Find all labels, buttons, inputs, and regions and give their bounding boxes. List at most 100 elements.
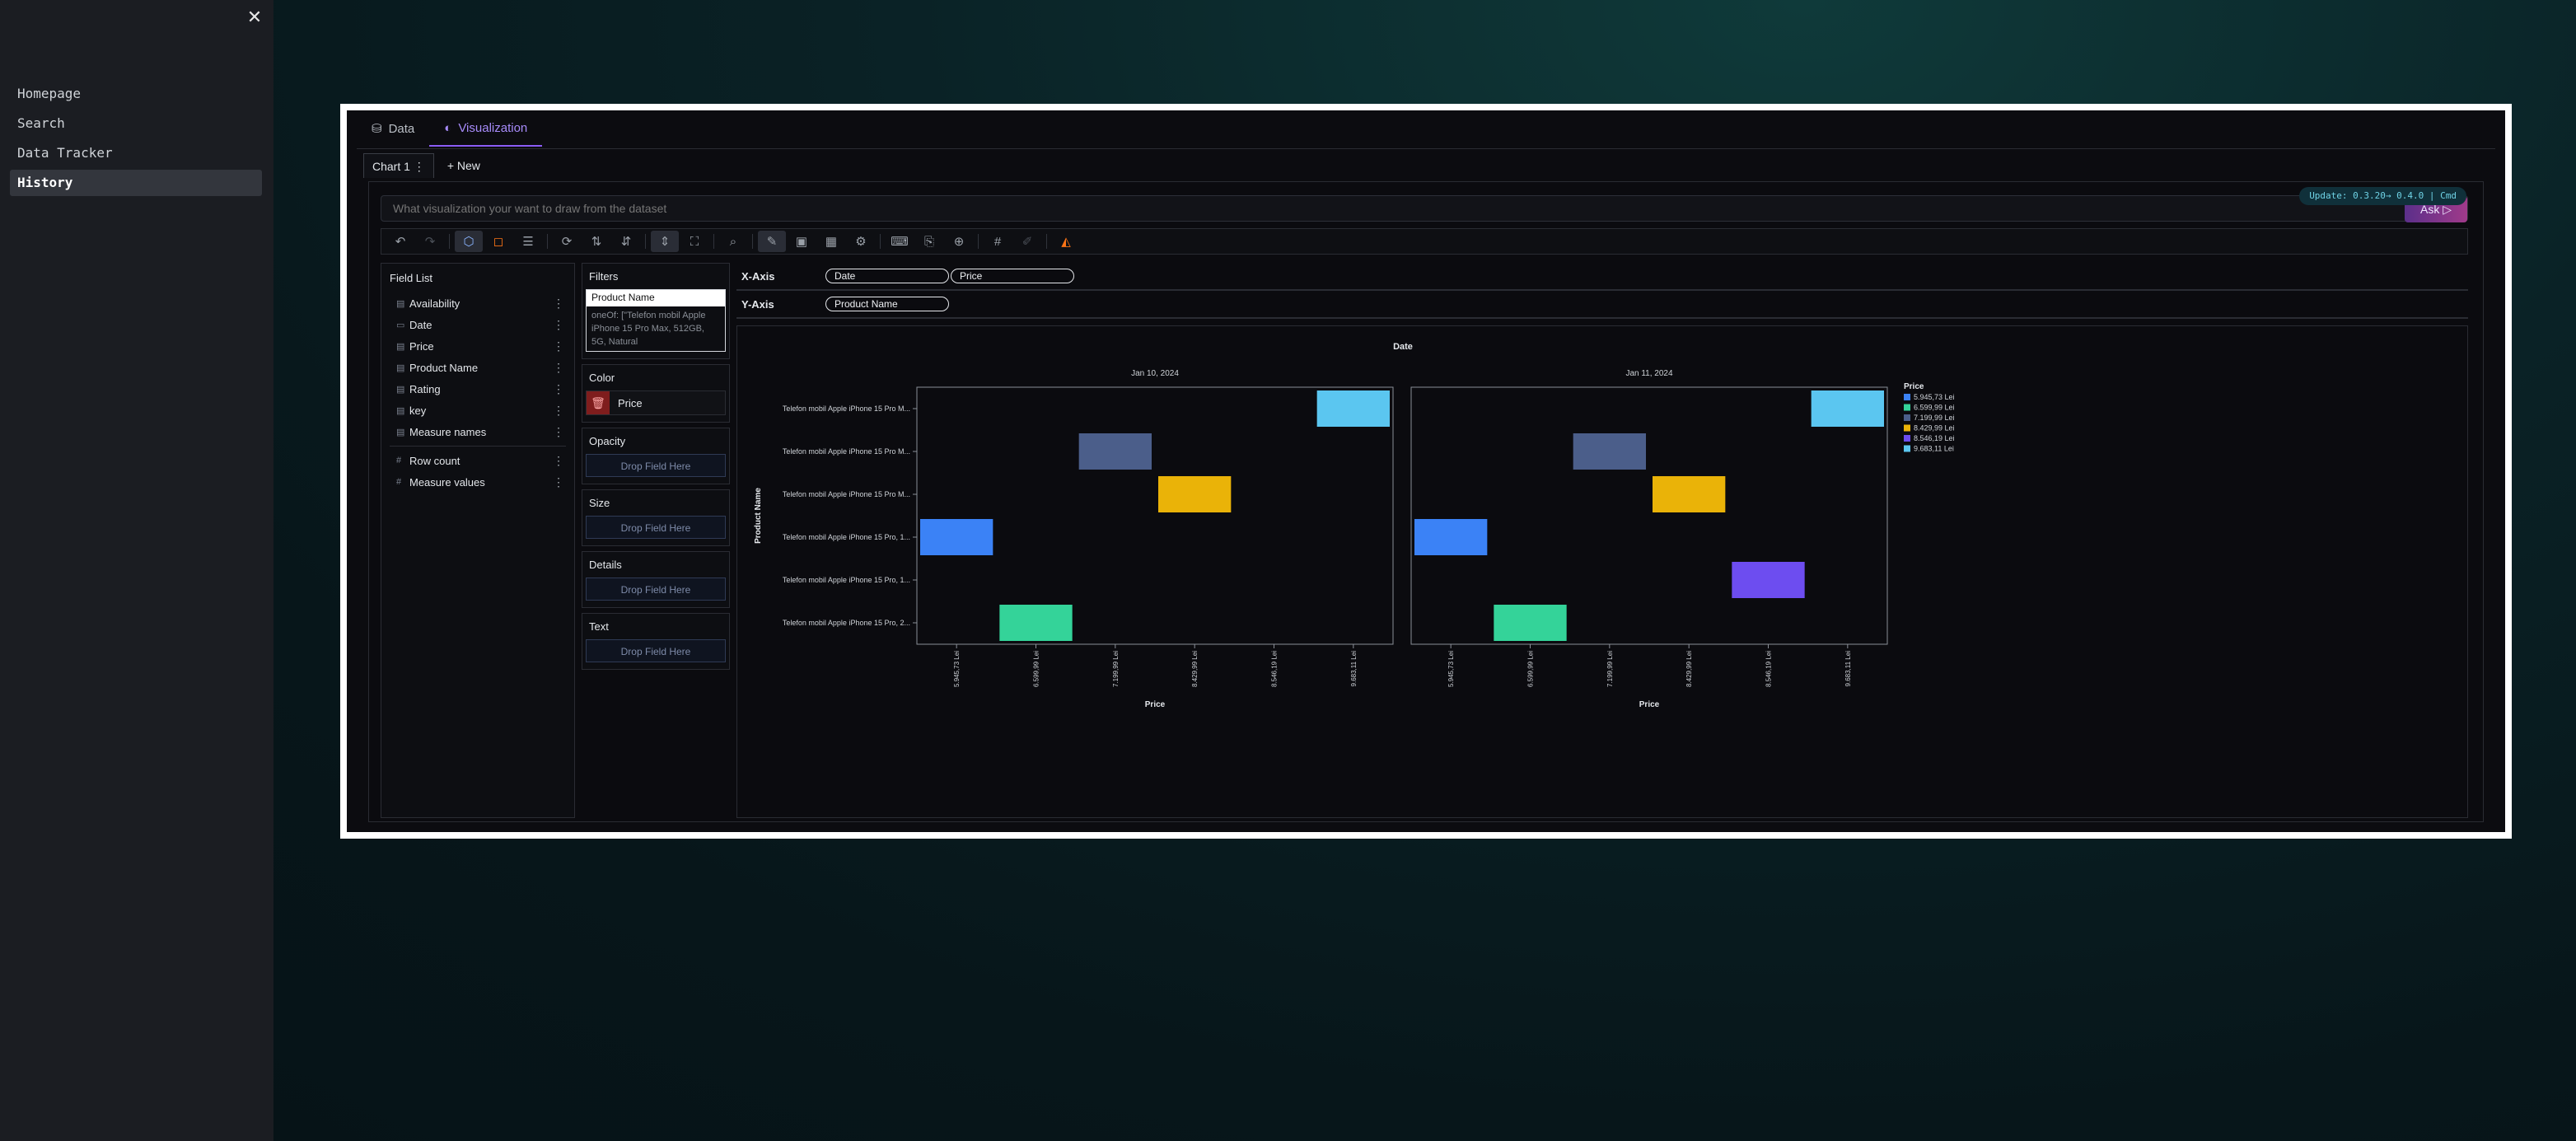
tab-divider xyxy=(357,148,2495,149)
more-icon[interactable]: ⋮ xyxy=(553,475,564,489)
legend-swatch xyxy=(1904,414,1910,421)
filter-value: oneOf: ["Telefon mobil Apple iPhone 15 P… xyxy=(587,306,725,351)
y-field-product-name[interactable]: Product Name xyxy=(825,297,949,311)
legend-entry: 6.599,99 Lei xyxy=(1914,404,1955,412)
chart-workspace: Ask ▷ Update: 0.3.20→ 0.4.0 | Cmd ↶ ↷ ⬡ … xyxy=(368,181,2484,822)
x-tick-label: 7.199,99 Lei xyxy=(1112,651,1120,687)
field-row-count[interactable]: # Row count ⋮ xyxy=(381,450,574,471)
details-title: Details xyxy=(589,559,622,571)
x-tick-label: 8.546,19 Lei xyxy=(1271,651,1279,687)
field-product-name[interactable]: ▤ Product Name ⋮ xyxy=(381,357,574,378)
cube-icon[interactable]: ⬡ xyxy=(455,231,483,252)
heatmap-cell xyxy=(999,605,1073,641)
more-icon[interactable]: ⋮ xyxy=(553,382,564,396)
palette-icon: ◐ xyxy=(444,120,452,135)
x-field-date[interactable]: Date xyxy=(825,269,949,283)
y-tick-label: Telefon mobil Apple iPhone 15 Pro M... xyxy=(783,447,910,456)
hash-icon: # xyxy=(396,477,402,487)
update-badge[interactable]: Update: 0.3.20→ 0.4.0 | Cmd xyxy=(2299,187,2466,205)
more-icon[interactable]: ⋮ xyxy=(553,454,564,468)
pencil-icon[interactable]: ✐ xyxy=(1013,231,1041,252)
field-measure-names[interactable]: ▤ Measure names ⋮ xyxy=(381,421,574,442)
more-icon[interactable]: ⋮ xyxy=(553,361,564,375)
refresh-icon[interactable]: ⟳ xyxy=(553,231,581,252)
number-format-icon[interactable]: # xyxy=(984,231,1012,252)
more-icon[interactable]: ⋮ xyxy=(553,404,564,418)
more-icon[interactable]: ⋮ xyxy=(553,339,564,353)
sidebar-item-search[interactable]: Search xyxy=(10,110,262,137)
add-icon[interactable]: ⊕ xyxy=(945,231,973,252)
gear-icon[interactable]: ⚙ xyxy=(847,231,875,252)
tab-chart-1[interactable]: Chart 1 ⋮ xyxy=(363,153,434,178)
more-icon[interactable]: ⋮ xyxy=(553,318,564,332)
axes-shelves: X-Axis Date Price Y-Axis Product Name xyxy=(736,263,2468,319)
heatmap-chart: Date Jan 10, 2024 5.945,73 Lei 6.599,99 Le… xyxy=(754,342,1955,709)
legend-swatch xyxy=(1904,445,1910,452)
toolbar-divider xyxy=(645,234,646,249)
new-chart-button[interactable]: + New xyxy=(441,153,487,178)
text-field-icon: ▤ xyxy=(396,362,405,373)
more-icon[interactable]: ⋮ xyxy=(553,425,564,439)
export-icon[interactable]: ⎘ xyxy=(915,231,943,252)
tab-data[interactable]: ⛁ Data xyxy=(357,110,429,147)
y-tick-label: Telefon mobil Apple iPhone 15 Pro M... xyxy=(783,404,910,413)
sort-desc-icon[interactable]: ⇵ xyxy=(612,231,640,252)
text-field-icon: ▤ xyxy=(396,298,405,309)
heatmap-cell xyxy=(1414,519,1488,555)
image-icon[interactable]: ▣ xyxy=(788,231,816,252)
table-icon[interactable]: ▦ xyxy=(817,231,845,252)
field-key[interactable]: ▤ key ⋮ xyxy=(381,400,574,421)
close-icon[interactable]: ✕ xyxy=(245,8,264,26)
mark-type-icon[interactable]: ◻ xyxy=(484,231,512,252)
color-field-chip[interactable]: 🗑 Price xyxy=(586,390,726,415)
y-axis-label: Y-Axis xyxy=(741,297,774,311)
field-rating[interactable]: ▤ Rating ⋮ xyxy=(381,378,574,400)
x-field-price[interactable]: Price xyxy=(951,269,1074,283)
field-label: Rating xyxy=(409,382,441,395)
field-list-panel: Field List ▤ Availability ⋮ ▭ Date ⋮ ▤ Price ⋮… xyxy=(381,263,575,818)
undo-icon[interactable]: ↶ xyxy=(386,231,414,252)
redo-icon[interactable]: ↷ xyxy=(416,231,444,252)
text-field-icon: ▤ xyxy=(396,384,405,395)
ask-input[interactable] xyxy=(381,196,2467,221)
heatmap-cell xyxy=(1494,605,1567,641)
size-drop-zone[interactable]: Drop Field Here xyxy=(586,516,726,539)
layers-icon[interactable]: ☰ xyxy=(514,231,542,252)
heatmap-cell xyxy=(1811,390,1884,427)
trash-icon[interactable]: 🗑 xyxy=(587,391,610,414)
toolbar-divider xyxy=(1046,234,1047,249)
field-measure-values[interactable]: # Measure values ⋮ xyxy=(381,471,574,493)
field-price[interactable]: ▤ Price ⋮ xyxy=(381,335,574,357)
more-icon[interactable]: ⋮ xyxy=(553,297,564,311)
x-tick-label: 7.199,99 Lei xyxy=(1606,651,1614,687)
toolbar-divider xyxy=(547,234,548,249)
tab-visualization[interactable]: ◐ Visualization xyxy=(429,110,543,147)
brush-icon[interactable]: ✎ xyxy=(758,231,786,252)
sidebar-item-data-tracker[interactable]: Data Tracker xyxy=(10,140,262,166)
legend-entry: 8.429,99 Lei xyxy=(1914,424,1955,433)
code-icon[interactable]: ⌨ xyxy=(886,231,914,252)
text-drop-zone[interactable]: Drop Field Here xyxy=(586,639,726,662)
sidebar-item-homepage[interactable]: Homepage xyxy=(10,81,262,107)
tab-label: Data xyxy=(388,121,415,136)
sort-asc-icon[interactable]: ⇅ xyxy=(582,231,610,252)
sidebar-item-history[interactable]: History xyxy=(10,170,262,196)
zoom-icon[interactable]: ⌕ xyxy=(719,231,747,252)
field-date[interactable]: ▭ Date ⋮ xyxy=(381,314,574,335)
details-drop-zone[interactable]: Drop Field Here xyxy=(586,578,726,601)
chart-panel: Date Jan 10, 2024 5.945,73 Lei 6.599,99 Le… xyxy=(736,325,2468,818)
x-tick-label: 9.683,11 Lei xyxy=(1350,651,1358,687)
color-panel: Color 🗑 Price xyxy=(582,364,730,423)
fullscreen-icon[interactable]: ⛶ xyxy=(680,231,708,252)
facet-header: Date xyxy=(1393,342,1413,352)
opacity-drop-zone[interactable]: Drop Field Here xyxy=(586,454,726,477)
x-tick-label: 6.599,99 Lei xyxy=(1527,651,1535,687)
transpose-icon[interactable]: ⇕ xyxy=(651,231,679,252)
field-availability[interactable]: ▤ Availability ⋮ xyxy=(381,292,574,314)
chart-theme-icon[interactable]: ◭ xyxy=(1052,231,1080,252)
tab-label: Visualization xyxy=(458,120,528,135)
heatmap-cell xyxy=(1732,562,1805,598)
filter-item[interactable]: Product Name oneOf: ["Telefon mobil Appl… xyxy=(586,289,726,352)
field-label: Price xyxy=(409,339,434,353)
legend-swatch xyxy=(1904,404,1910,411)
